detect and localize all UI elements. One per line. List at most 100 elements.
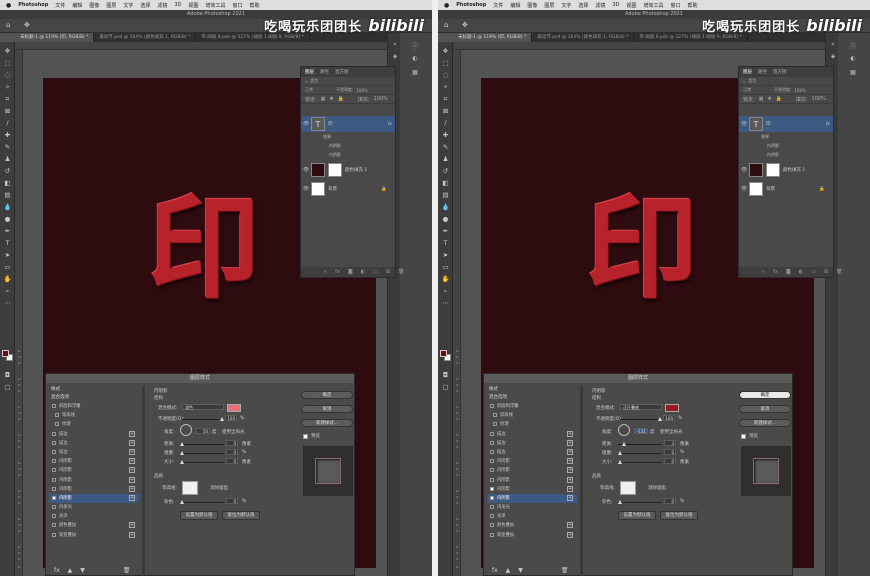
style-item-selected[interactable]: 内阴影 + (49, 493, 139, 504)
move-tool-option-icon[interactable]: ✥ (24, 21, 30, 29)
healing-brush-icon[interactable]: ✚ (440, 130, 451, 140)
move-down-icon[interactable]: ▼ (80, 567, 85, 574)
preview-checkbox[interactable]: 预览 (301, 433, 353, 439)
eraser-tool-icon[interactable]: ◧ (2, 178, 13, 188)
style-item[interactable]: 内阴影 + (487, 485, 577, 494)
fx-icon[interactable]: fx (492, 567, 498, 574)
eyedropper-icon[interactable]: ∕ (2, 118, 13, 128)
style-item[interactable]: 内阴影 + (487, 457, 577, 466)
menu-item-layer[interactable]: 图层 (106, 2, 116, 9)
menu-item-file[interactable]: 文件 (55, 2, 65, 9)
contour-picker[interactable] (620, 481, 636, 495)
visibility-eye-icon[interactable]: 👁 (739, 167, 749, 173)
layers-icon[interactable]: ◈ (390, 53, 400, 60)
fx-icon[interactable]: fx (773, 269, 778, 275)
size-slider[interactable] (180, 460, 224, 464)
move-tool-option-icon[interactable]: ✥ (462, 21, 468, 29)
link-icon[interactable]: ∞ (761, 269, 765, 275)
apple-icon[interactable]: ● (6, 2, 11, 9)
effect-item[interactable]: 内阴影 (767, 152, 779, 158)
effect-item[interactable]: 内阴影 (329, 152, 341, 158)
hand-tool-icon[interactable]: ✋ (2, 274, 13, 284)
contour-picker[interactable] (182, 481, 198, 495)
menu-item-image[interactable]: 图像 (527, 2, 537, 9)
screen-mode-icon[interactable]: ▢ (440, 382, 451, 392)
menu-item-select[interactable]: 选择 (578, 2, 588, 9)
quick-mask-icon[interactable]: ◘ (2, 370, 13, 380)
stamp-tool-icon[interactable]: ♟ (440, 154, 451, 164)
noise-field[interactable]: 0 (226, 498, 238, 504)
visibility-eye-icon[interactable]: 👁 (301, 186, 311, 192)
style-item[interactable]: 描边 + (487, 439, 577, 448)
style-item[interactable]: 等高线 (49, 411, 139, 420)
distance-field[interactable]: 0 (226, 440, 238, 446)
mask-icon[interactable]: ◙ (786, 269, 791, 275)
info-icon[interactable]: ⓘ (410, 41, 420, 50)
layer-name[interactable]: 颜色填充 1 (783, 167, 805, 173)
menu-item-window[interactable]: 窗口 (670, 2, 680, 9)
reset-default-button[interactable]: 复位为默认值 (660, 511, 698, 520)
tab-histogram[interactable]: 直方图 (335, 69, 349, 75)
stamp-tool-icon[interactable]: ♟ (2, 154, 13, 164)
opacity-field[interactable]: 100 (225, 415, 237, 421)
layer-text[interactable]: 👁 T 印 fx (301, 116, 395, 132)
link-icon[interactable]: ∞ (323, 269, 327, 275)
styles-scrollbar[interactable] (142, 386, 145, 576)
menu-item-edit[interactable]: 编辑 (72, 2, 82, 9)
blend-mode-select[interactable]: 滤色 (182, 404, 224, 410)
style-item[interactable]: 内阴影 + (49, 476, 139, 485)
more-tools-icon[interactable]: ⋯ (440, 298, 451, 308)
zoom-tool-icon[interactable]: ⌕ (440, 286, 451, 296)
new-style-button[interactable]: 新建样式... (301, 419, 353, 427)
layer-color-fill[interactable]: 👁 颜色填充 1 (301, 162, 395, 178)
move-tool-icon[interactable]: ✥ (440, 46, 451, 56)
cancel-button[interactable]: 取消 (301, 405, 353, 413)
style-item[interactable]: 内发光 (487, 503, 577, 512)
style-item[interactable]: 渐变叠加 + (487, 531, 577, 540)
menu-item-layer[interactable]: 图层 (544, 2, 554, 9)
layer-background[interactable]: 👁 背景 🔒 (739, 181, 833, 197)
tab-document-2[interactable]: 邀动节.psd @ 164% (颜色填充 1, RGB/8) * (532, 33, 635, 42)
canvas-text-glyph[interactable]: 印 (148, 193, 260, 305)
menu-item-help[interactable]: 帮助 (687, 2, 697, 9)
history-brush-icon[interactable]: ↺ (2, 166, 13, 176)
hand-tool-icon[interactable]: ✋ (440, 274, 451, 284)
blur-tool-icon[interactable]: 💧 (2, 202, 13, 212)
menu-app-name[interactable]: Photoshop (456, 2, 486, 8)
choke-slider[interactable] (180, 451, 224, 455)
effect-item[interactable]: 内阴影 (767, 143, 779, 149)
lock-pixels-icon[interactable]: ▦ (321, 96, 326, 102)
menu-item-edit[interactable]: 编辑 (510, 2, 520, 9)
fill-value[interactable]: 100% (812, 96, 826, 102)
styles-header[interactable]: 样式 (487, 386, 577, 394)
menu-item-help[interactable]: 帮助 (249, 2, 259, 9)
layer-kind-filter[interactable]: 类型 (748, 78, 756, 84)
canvas-text-glyph[interactable]: 印 (586, 193, 698, 305)
new-style-button[interactable]: 新建样式... (739, 419, 791, 427)
mask-icon[interactable]: ◙ (348, 269, 353, 275)
layers-icon[interactable]: ◈ (828, 53, 838, 60)
noise-field[interactable]: 0 (664, 498, 676, 504)
antialias-label[interactable]: 消除锯齿 (648, 485, 666, 491)
blend-options[interactable]: 混合选项 (49, 394, 139, 402)
magic-wand-icon[interactable]: ✧ (440, 82, 451, 92)
opacity-field[interactable]: 100 (663, 415, 675, 421)
group-icon[interactable]: ▭ (373, 269, 378, 275)
menu-item-plugins[interactable]: 增效工具 (205, 2, 225, 9)
trash-icon[interactable]: 🗑 (836, 269, 842, 275)
visibility-eye-icon[interactable]: 👁 (301, 121, 311, 127)
lock-position-icon[interactable]: ✥ (767, 96, 771, 102)
opacity-slider[interactable] (620, 417, 662, 421)
visibility-eye-icon[interactable]: 👁 (739, 121, 749, 127)
size-field[interactable]: 0 (664, 458, 676, 464)
style-item[interactable]: 内发光 (49, 503, 139, 512)
choke-field[interactable]: 0 (664, 449, 676, 455)
angle-field[interactable]: 50 (196, 428, 210, 434)
trash-icon[interactable]: 🗑 (561, 567, 569, 574)
make-default-button[interactable]: 设置为默认值 (180, 511, 218, 520)
blur-tool-icon[interactable]: 💧 (440, 202, 451, 212)
menu-item-filter[interactable]: 滤镜 (157, 2, 167, 9)
style-item[interactable]: 颜色叠加 + (487, 521, 577, 530)
group-icon[interactable]: ▭ (811, 269, 816, 275)
adjustment-icon[interactable]: ◐ (799, 269, 803, 275)
